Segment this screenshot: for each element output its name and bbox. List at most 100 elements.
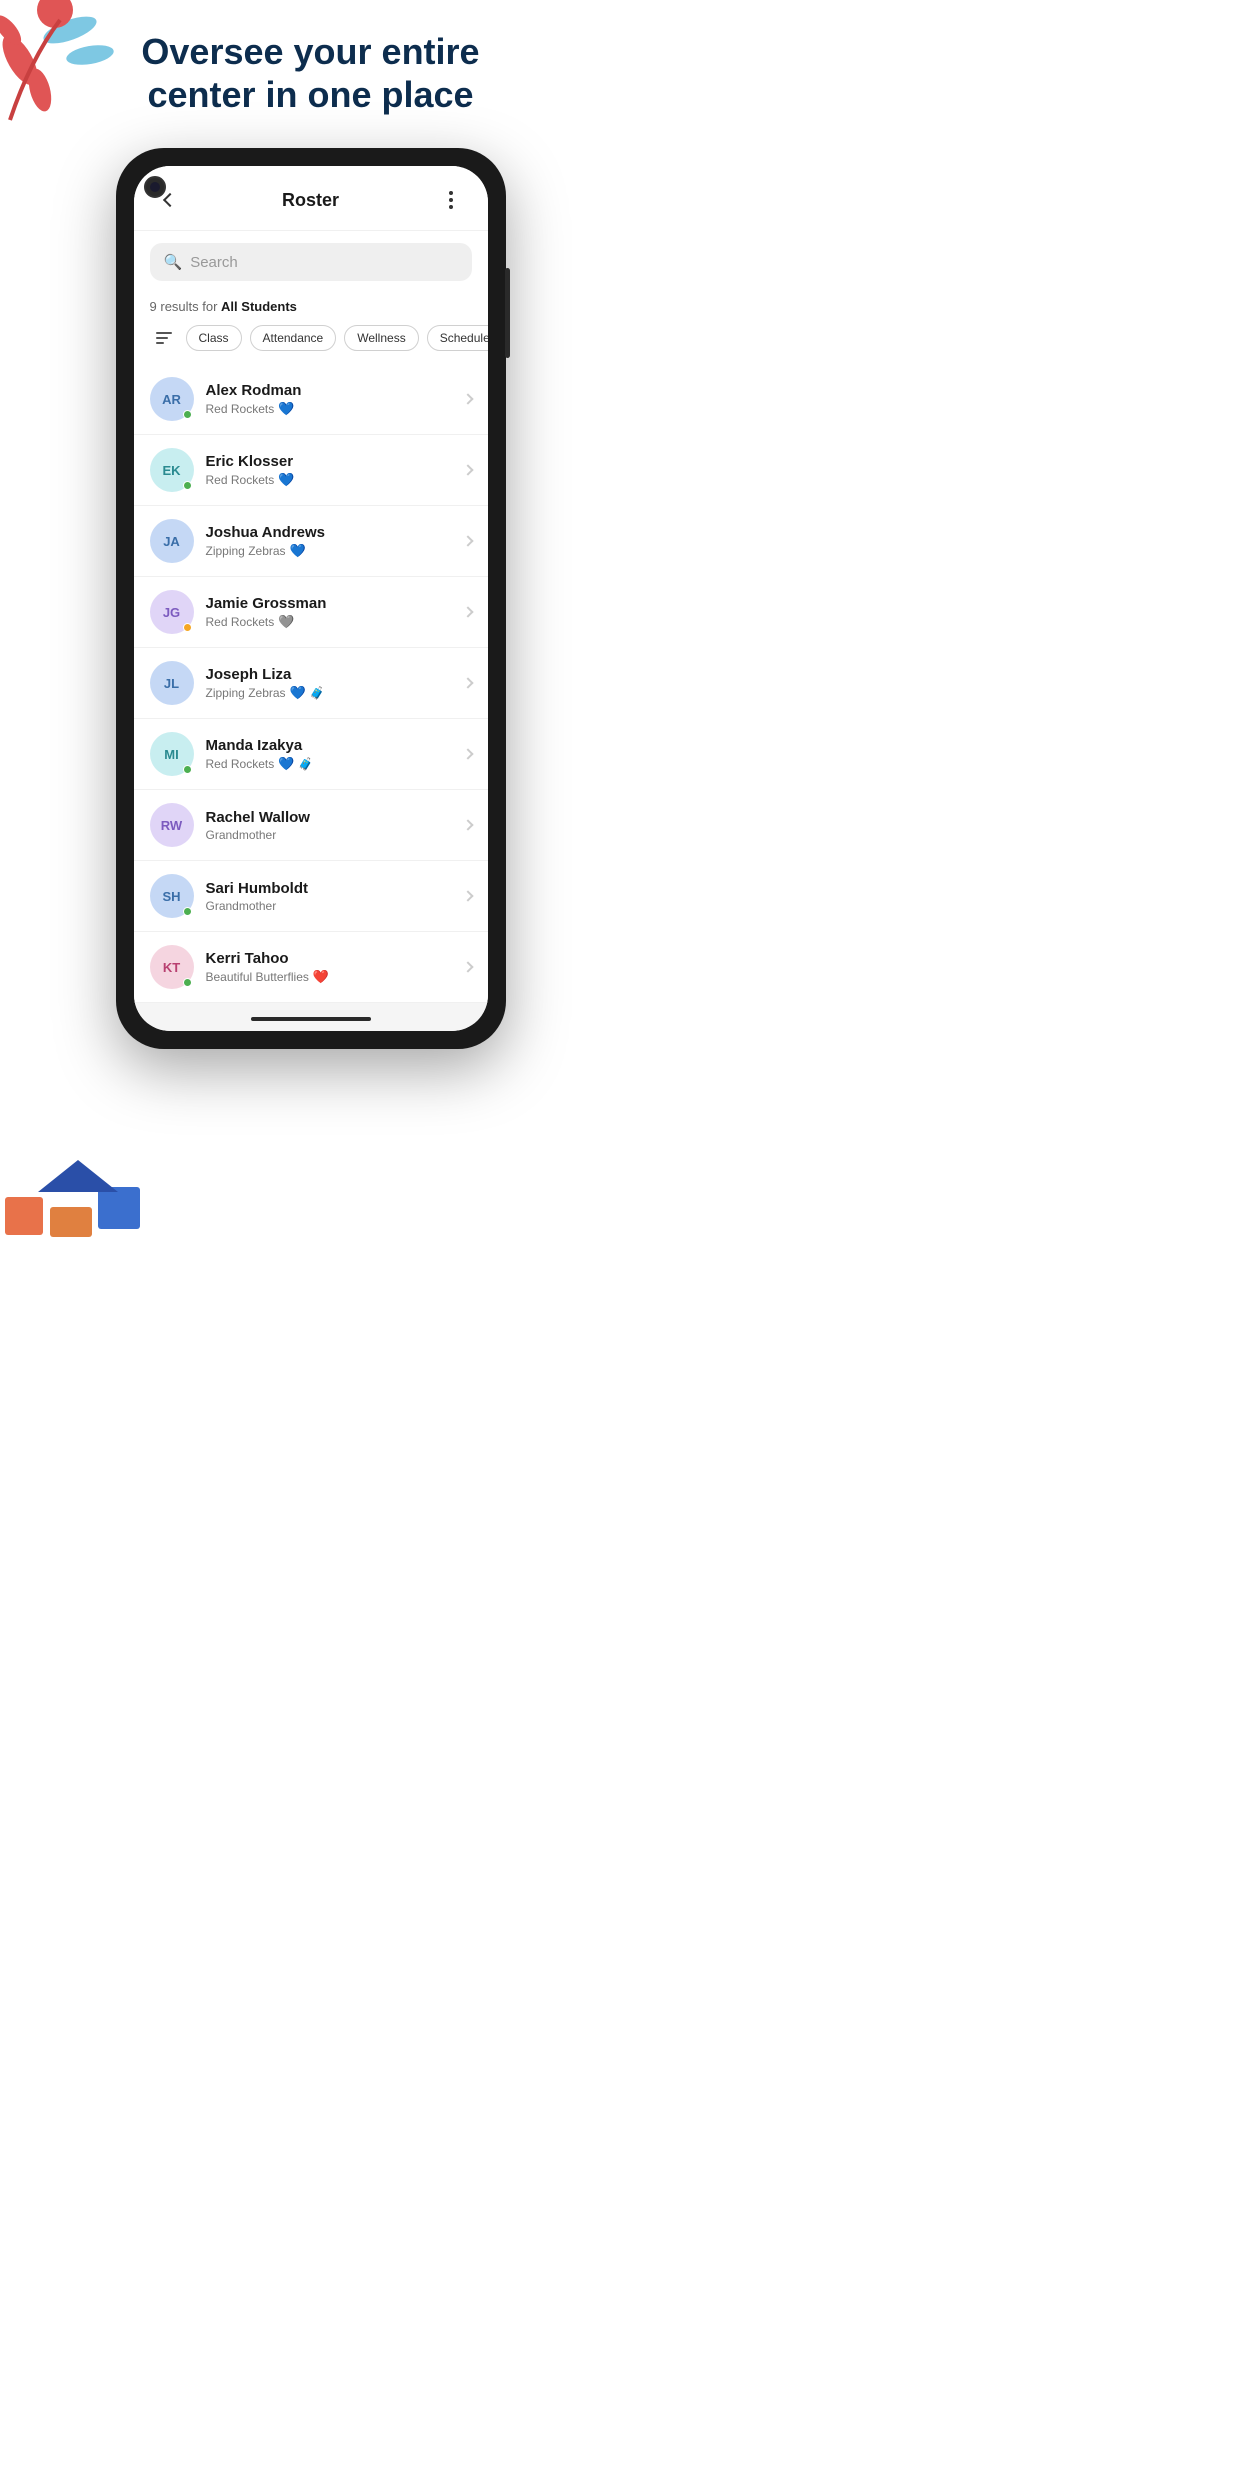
medical-badge: 🧳 — [298, 757, 313, 771]
results-filter: All Students — [221, 299, 297, 314]
results-bar: 9 results for All Students — [134, 293, 488, 324]
search-container: 🔍 Search — [134, 231, 488, 293]
status-dot — [183, 623, 192, 632]
phone-frame: Roster 🔍 Search 9 results for All Studen — [116, 148, 506, 1049]
student-list: AR Alex Rodman Red Rockets 💙 — [134, 364, 488, 1003]
medical-badge: 🧳 — [310, 686, 325, 700]
student-sub: Red Rockets 💙 — [206, 401, 452, 417]
chevron-right-icon — [462, 820, 473, 831]
health-badge: 💙 — [278, 756, 294, 772]
student-sub: Red Rockets 💙 🧳 — [206, 756, 452, 772]
student-info: Sari Humboldt Grandmother — [206, 880, 452, 913]
avatar: RW — [150, 803, 194, 847]
chip-schedule[interactable]: Schedule — [427, 325, 488, 351]
student-name: Eric Klosser — [206, 453, 452, 470]
student-sub: Grandmother — [206, 899, 452, 913]
avatar: SH — [150, 874, 194, 918]
filter-line-1 — [156, 332, 172, 334]
search-bar[interactable]: 🔍 Search — [150, 243, 472, 281]
student-name: Manda Izakya — [206, 737, 452, 754]
list-item[interactable]: SH Sari Humboldt Grandmother — [134, 861, 488, 932]
student-sub: Beautiful Butterflies ❤️ — [206, 969, 452, 985]
home-bar — [134, 1003, 488, 1031]
chip-class[interactable]: Class — [186, 325, 242, 351]
avatar: AR — [150, 377, 194, 421]
home-indicator — [251, 1017, 371, 1021]
avatar: JA — [150, 519, 194, 563]
back-chevron-icon — [162, 193, 176, 207]
list-item[interactable]: EK Eric Klosser Red Rockets 💙 — [134, 435, 488, 506]
student-name: Joseph Liza — [206, 666, 452, 683]
filter-icon-button[interactable] — [150, 324, 178, 352]
chevron-right-icon — [462, 607, 473, 618]
phone-camera — [144, 176, 166, 198]
results-count: 9 — [150, 299, 157, 314]
health-badge: 💙 — [278, 401, 294, 417]
filter-row: Class Attendance Wellness Schedule Lock — [134, 324, 488, 364]
list-item[interactable]: RW Rachel Wallow Grandmother — [134, 790, 488, 861]
more-dot-3 — [449, 205, 453, 209]
student-info: Manda Izakya Red Rockets 💙 🧳 — [206, 737, 452, 772]
avatar: JG — [150, 590, 194, 634]
search-icon: 🔍 — [164, 253, 183, 271]
list-item[interactable]: JL Joseph Liza Zipping Zebras 💙 🧳 — [134, 648, 488, 719]
more-dot-1 — [449, 191, 453, 195]
filter-lines-icon — [156, 332, 172, 344]
status-dot — [183, 907, 192, 916]
status-dot — [183, 481, 192, 490]
student-name: Sari Humboldt — [206, 880, 452, 897]
page-title: Roster — [282, 190, 339, 211]
student-info: Kerri Tahoo Beautiful Butterflies ❤️ — [206, 950, 452, 985]
chip-attendance[interactable]: Attendance — [250, 325, 337, 351]
student-sub: Red Rockets 🩶 — [206, 614, 452, 630]
avatar: JL — [150, 661, 194, 705]
power-button — [505, 278, 510, 343]
list-item[interactable]: KT Kerri Tahoo Beautiful Butterflies ❤️ — [134, 932, 488, 1003]
chevron-right-icon — [462, 536, 473, 547]
list-item[interactable]: JG Jamie Grossman Red Rockets 🩶 — [134, 577, 488, 648]
filter-line-2 — [156, 337, 168, 339]
list-item[interactable]: JA Joshua Andrews Zipping Zebras 💙 — [134, 506, 488, 577]
page-headline: Oversee your entire center in one place — [101, 30, 519, 116]
more-dot-2 — [449, 198, 453, 202]
list-item[interactable]: AR Alex Rodman Red Rockets 💙 — [134, 364, 488, 435]
avatar: MI — [150, 732, 194, 776]
results-label: results for — [160, 299, 221, 314]
student-name: Kerri Tahoo — [206, 950, 452, 967]
student-info: Joseph Liza Zipping Zebras 💙 🧳 — [206, 666, 452, 701]
chip-wellness[interactable]: Wellness — [344, 325, 418, 351]
health-badge: 🩶 — [278, 614, 294, 630]
student-sub: Zipping Zebras 💙 — [206, 543, 452, 559]
health-badge: 💙 — [290, 543, 306, 559]
deco-bottom-blocks — [0, 1122, 150, 1242]
student-info: Eric Klosser Red Rockets 💙 — [206, 453, 452, 488]
app-header: Roster — [134, 166, 488, 231]
student-info: Alex Rodman Red Rockets 💙 — [206, 382, 452, 417]
student-name: Rachel Wallow — [206, 809, 452, 826]
student-sub: Zipping Zebras 💙 🧳 — [206, 685, 452, 701]
student-name: Jamie Grossman — [206, 595, 452, 612]
health-badge: 💙 — [278, 472, 294, 488]
chevron-right-icon — [462, 891, 473, 902]
chevron-right-icon — [462, 678, 473, 689]
chevron-right-icon — [462, 749, 473, 760]
health-badge: 💙 — [290, 685, 306, 701]
chevron-right-icon — [462, 465, 473, 476]
health-badge: ❤️ — [313, 969, 329, 985]
avatar: KT — [150, 945, 194, 989]
list-item[interactable]: MI Manda Izakya Red Rockets 💙 🧳 — [134, 719, 488, 790]
student-sub: Red Rockets 💙 — [206, 472, 452, 488]
student-info: Joshua Andrews Zipping Zebras 💙 — [206, 524, 452, 559]
phone-screen: Roster 🔍 Search 9 results for All Studen — [134, 166, 488, 1031]
student-name: Alex Rodman — [206, 382, 452, 399]
chevron-right-icon — [462, 962, 473, 973]
filter-line-3 — [156, 342, 164, 344]
status-dot — [183, 978, 192, 987]
avatar: EK — [150, 448, 194, 492]
more-options-button[interactable] — [435, 184, 467, 216]
student-info: Rachel Wallow Grandmother — [206, 809, 452, 842]
student-name: Joshua Andrews — [206, 524, 452, 541]
student-info: Jamie Grossman Red Rockets 🩶 — [206, 595, 452, 630]
chevron-right-icon — [462, 394, 473, 405]
status-dot — [183, 410, 192, 419]
